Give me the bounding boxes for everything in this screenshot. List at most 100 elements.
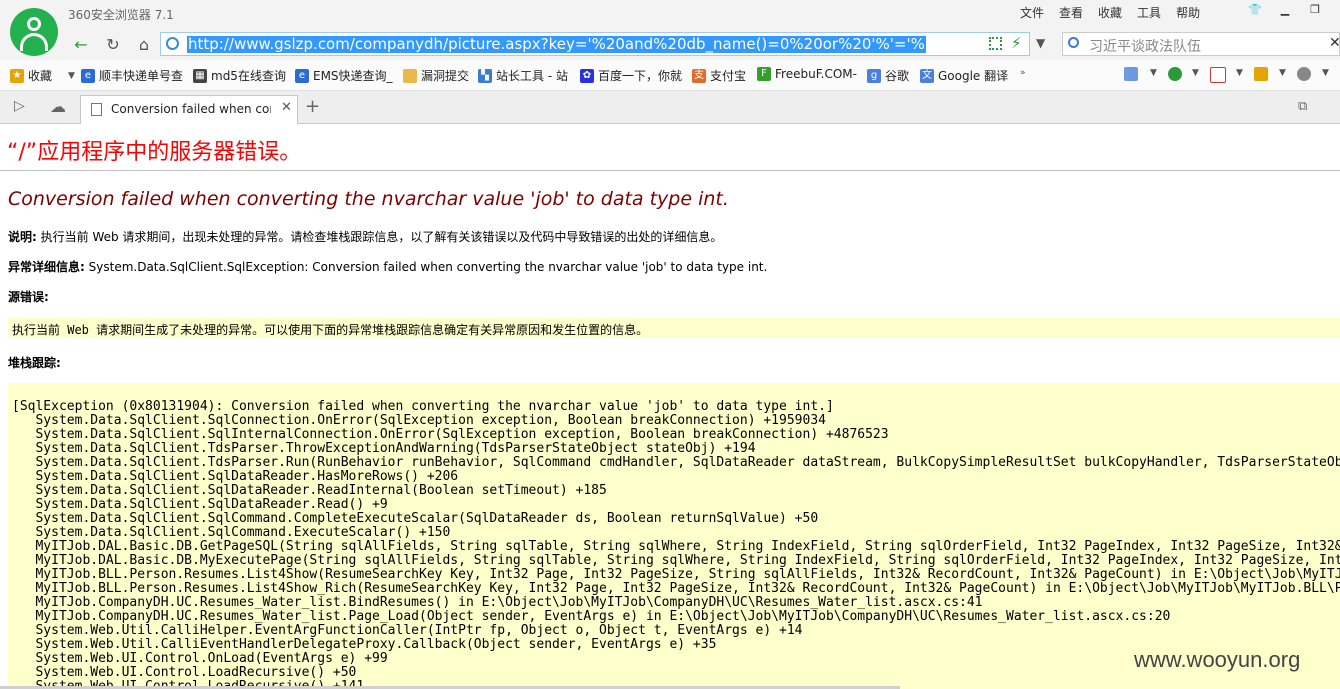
- bookmark-chinaz[interactable]: ▚ 站长工具 - 站: [478, 67, 568, 84]
- description-text: 执行当前 Web 请求期间，出现未处理的异常。请检查堆栈跟踪信息，以了解有关该错…: [40, 230, 723, 244]
- exception-line: 异常详细信息: System.Data.SqlClient.SqlExcepti…: [8, 258, 767, 275]
- bookmark-label: 支付宝: [710, 69, 747, 83]
- search-box[interactable]: 习近平谈政法队伍 ✕: [1062, 32, 1340, 56]
- exception-text: System.Data.SqlClient.SqlException: Conv…: [88, 260, 768, 274]
- menu-tools[interactable]: 工具: [1137, 4, 1161, 21]
- bookmark-label: 百度一下，你就: [598, 69, 683, 83]
- bookmark-label: FreebuF.COM-: [775, 67, 857, 81]
- tab-active[interactable]: Conversion failed when conv ✕: [80, 95, 298, 124]
- cloud-icon[interactable]: ☁: [50, 97, 66, 116]
- watermark: www.wooyun.org: [1134, 647, 1301, 672]
- translate-icon: 文: [920, 68, 934, 83]
- bookmark-label: 收藏: [28, 69, 53, 83]
- alipay-icon: 支: [692, 68, 706, 83]
- source-error-text: 执行当前 Web 请求期间生成了未处理的异常。可以使用下面的异常堆栈跟踪信息确定…: [12, 323, 649, 337]
- tab-title: Conversion failed when conv: [111, 102, 271, 116]
- baidu-icon: ✿: [580, 68, 594, 83]
- title-bar: 360安全浏览器 7.1 文件 查看 收藏 工具 帮助 👕 ▁ ❐: [0, 0, 1340, 30]
- menu-view[interactable]: 查看: [1059, 4, 1083, 21]
- extension-icon[interactable]: [1254, 67, 1268, 81]
- app-title: 360安全浏览器 7.1: [68, 8, 174, 22]
- bookmark-label: 站长工具 - 站: [496, 69, 568, 83]
- home-icon[interactable]: ⌂: [133, 34, 155, 56]
- address-dropdown-icon[interactable]: ▼: [1036, 36, 1045, 50]
- bookmarks-bar: ★ 收藏 ▼ e 顺丰快递单号查 ▦ md5在线查询 e EMS快递查询_ 漏洞…: [0, 60, 1340, 91]
- bookmark-label: Google 翻译: [938, 69, 1009, 83]
- bookmark-label: 顺丰快递单号查: [99, 69, 184, 83]
- minimize-button[interactable]: ▁: [1270, 0, 1300, 20]
- folder-icon: [403, 68, 417, 83]
- restore-button[interactable]: ❐: [1300, 0, 1330, 20]
- source-error-heading: 源错误:: [8, 288, 49, 305]
- bookmark-label: md5在线查询: [211, 69, 286, 83]
- address-bar[interactable]: http://www.gslzp.com/companydh/picture.a…: [160, 32, 1030, 56]
- bookmark-alipay[interactable]: 支 支付宝: [692, 67, 746, 84]
- bookmark-label: EMS快递查询_: [313, 69, 393, 83]
- stack-trace-label: 堆栈跟踪:: [8, 356, 61, 370]
- chevron-down-icon[interactable]: ▼: [1192, 68, 1199, 78]
- freebuf-icon: F: [757, 67, 771, 81]
- bookmark-favorites[interactable]: ★ 收藏 ▼: [10, 67, 75, 84]
- menu-help[interactable]: 帮助: [1176, 4, 1200, 21]
- adblock-icon[interactable]: [1210, 67, 1226, 83]
- new-tab-icon[interactable]: +: [305, 96, 320, 117]
- bookmark-ems[interactable]: e EMS快递查询_: [295, 67, 393, 84]
- bookmark-google-translate[interactable]: 文 Google 翻译: [920, 67, 1008, 84]
- refresh-icon[interactable]: ↻: [102, 34, 124, 56]
- bookmark-google[interactable]: g 谷歌: [867, 67, 909, 84]
- source-error-box: 执行当前 Web 请求期间生成了未处理的异常。可以使用下面的异常堆栈跟踪信息确定…: [8, 318, 1340, 338]
- google-icon: g: [867, 68, 881, 83]
- bookmark-freebuf[interactable]: F FreebuF.COM-: [757, 67, 857, 81]
- divider: [0, 170, 1340, 171]
- bookmark-label: 漏洞提交: [421, 69, 470, 83]
- bookmark-baidu[interactable]: ✿ 百度一下，你就: [580, 67, 682, 84]
- bookmark-label: 谷歌: [885, 69, 910, 83]
- error-title: “/”应用程序中的服务器错误。: [7, 140, 302, 165]
- description-line: 说明: 执行当前 Web 请求期间，出现未处理的异常。请检查堆栈跟踪信息，以了解…: [8, 228, 722, 245]
- back-icon[interactable]: ←: [70, 34, 92, 56]
- sidebar-toggle-icon[interactable]: ▷: [14, 98, 25, 114]
- chevron-down-icon[interactable]: ▼: [1236, 68, 1243, 78]
- qr-code-icon[interactable]: [989, 37, 1002, 50]
- chevron-down-icon[interactable]: ▼: [1322, 68, 1329, 78]
- navigation-bar: ← ↻ ⌂ http://www.gslzp.com/companydh/pic…: [0, 30, 1340, 60]
- grid-icon: ▦: [193, 68, 207, 83]
- search-input[interactable]: 习近平谈政法队伍: [1089, 36, 1201, 56]
- star-icon: ★: [10, 68, 24, 83]
- browser-logo-icon[interactable]: [10, 8, 58, 56]
- bookmark-sf-express[interactable]: e 顺丰快递单号查: [81, 67, 183, 84]
- bookmark-md5[interactable]: ▦ md5在线查询: [193, 67, 286, 84]
- address-url[interactable]: http://www.gslzp.com/companydh/picture.a…: [187, 36, 926, 53]
- error-message: Conversion failed when converting the nv…: [8, 188, 729, 210]
- chevron-down-icon[interactable]: ▼: [68, 71, 75, 81]
- page-icon: [91, 103, 102, 116]
- chevron-down-icon[interactable]: ▼: [1150, 68, 1157, 78]
- emoji-icon[interactable]: [1297, 67, 1311, 81]
- speed-mode-icon[interactable]: ⚡: [1011, 34, 1022, 52]
- bookmark-vuln-submit[interactable]: 漏洞提交: [403, 67, 469, 84]
- menu-favorites[interactable]: 收藏: [1098, 4, 1122, 21]
- page-content: “/”应用程序中的服务器错误。 Conversion failed when c…: [0, 124, 1340, 689]
- sf-express-icon: e: [81, 68, 95, 83]
- search-icon[interactable]: [1068, 37, 1079, 48]
- apps-icon[interactable]: [1124, 67, 1138, 81]
- ems-icon: e: [295, 68, 309, 83]
- security-shield-icon[interactable]: [1168, 67, 1182, 81]
- stack-trace-heading: 堆栈跟踪:: [8, 354, 61, 371]
- main-menu: 文件 查看 收藏 工具 帮助: [1020, 4, 1215, 21]
- shirt-skin-icon[interactable]: 👕: [1240, 0, 1270, 20]
- stack-trace-box: [SqlException (0x80131904): Conversion f…: [8, 383, 1340, 689]
- stack-trace: [SqlException (0x80131904): Conversion f…: [12, 399, 1340, 689]
- chevron-down-icon[interactable]: ▼: [1279, 68, 1286, 78]
- source-error-label: 源错误:: [8, 290, 49, 304]
- search-clear-icon[interactable]: ✕: [1329, 35, 1340, 51]
- tab-list-icon[interactable]: ⧉: [1298, 99, 1307, 114]
- chinaz-icon: ▚: [478, 68, 492, 83]
- tab-bar: ▷ ☁ Conversion failed when conv ✕ + ⧉: [0, 91, 1340, 124]
- menu-file[interactable]: 文件: [1020, 4, 1044, 21]
- description-label: 说明:: [8, 230, 37, 244]
- exception-label: 异常详细信息:: [8, 260, 85, 274]
- close-icon[interactable]: ✕: [281, 100, 292, 115]
- globe-icon: [166, 37, 179, 50]
- bookmarks-overflow-icon[interactable]: »: [1020, 68, 1026, 78]
